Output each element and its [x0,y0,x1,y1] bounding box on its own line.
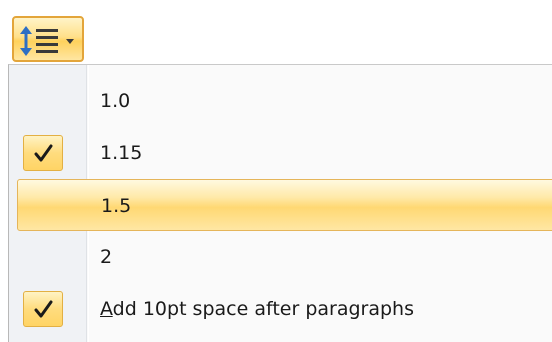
checkmark-icon [34,144,53,162]
menu-item-label-rest: dd 10pt space after paragraphs [112,298,414,320]
line-spacing-menu: 1.0 1.15 1.5 2 Add 10pt space after para… [8,64,552,342]
checked-indicator [23,135,63,171]
menu-item-label: 2 [100,246,113,268]
menu-item-spacing-1-0[interactable]: 1.0 [9,75,552,127]
checked-indicator [23,291,63,327]
word-ui-canvas: 1.0 1.15 1.5 2 Add 10pt space after para… [0,0,552,342]
accelerator-key: A [100,298,113,320]
line-spacing-button[interactable] [12,16,84,62]
menu-item-label: Add 10pt space after paragraphs [100,283,414,335]
menu-item-label: 1.15 [100,142,143,164]
menu-item-label: 1.0 [100,90,131,112]
checkmark-icon [34,300,53,318]
menu-item-add-space-after[interactable]: Add 10pt space after paragraphs [9,283,552,335]
menu-item-spacing-2[interactable]: 2 [9,231,552,283]
menu-item-spacing-1-15[interactable]: 1.15 [9,127,552,179]
menu-item-label: 1.5 [101,195,132,217]
menu-item-spacing-1-5[interactable]: 1.5 [17,179,552,231]
chevron-down-icon [66,39,74,44]
